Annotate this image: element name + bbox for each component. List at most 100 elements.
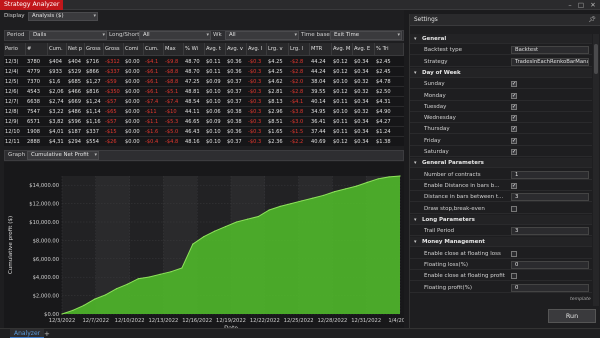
column-header[interactable]: Avg. t — [205, 43, 226, 56]
settings-row[interactable]: Tuesday ✓ — [410, 102, 592, 112]
table-cell: -$0.3 — [248, 129, 262, 135]
settings-checkbox[interactable] — [511, 205, 517, 212]
settings-category[interactable]: ▾ Money Management — [410, 237, 592, 248]
column-header[interactable]: Avg. v — [226, 43, 247, 56]
table-row[interactable]: 12/5(7370 $1,6 $685 $1,27 -$59 $0.00 -$6.1 -$8.… — [4, 77, 404, 87]
maximize-icon[interactable]: □ — [577, 1, 585, 9]
column-header[interactable]: Avg. E — [353, 43, 375, 56]
collapse-arrow-icon[interactable]: ▾ — [414, 158, 417, 168]
settings-input[interactable]: 1 — [511, 170, 589, 179]
settings-row[interactable]: Trail Period 3 — [410, 226, 592, 237]
scroll-thumb[interactable] — [594, 44, 598, 74]
collapse-arrow-icon[interactable]: ▾ — [414, 237, 417, 247]
column-header[interactable]: % Wi — [184, 43, 205, 56]
settings-checkbox[interactable]: ✓ — [511, 182, 517, 189]
settings-row[interactable]: Enable close at floating profit — [410, 271, 592, 282]
collapse-arrow-icon[interactable]: ▾ — [414, 68, 417, 78]
tab-analyzer[interactable]: Analyzer — [10, 329, 45, 338]
table-cell: $0.10 — [206, 129, 221, 135]
table-cell: 7547 — [27, 109, 40, 115]
run-button[interactable]: Run — [548, 309, 596, 323]
table-row[interactable]: 12/4(4779 $933 $529 $866 -$337 $0.00 -$6.1 -$8.… — [4, 67, 404, 77]
settings-checkbox[interactable]: ✓ — [511, 137, 517, 144]
wk-select[interactable]: All ▾ — [225, 31, 299, 40]
settings-checkbox[interactable]: ✓ — [511, 103, 517, 110]
settings-checkbox[interactable]: ✓ — [511, 81, 517, 88]
column-header[interactable]: Comi — [124, 43, 144, 56]
column-header[interactable]: Gross — [104, 43, 124, 56]
long-short-select[interactable]: All ▾ — [139, 31, 211, 40]
settings-row[interactable]: Floating loss(%) 0 — [410, 260, 592, 270]
column-header[interactable]: Max — [164, 43, 184, 56]
settings-row[interactable]: Number of contracts 1 — [410, 170, 592, 180]
graph-select[interactable]: Cumulative Net Profit ▾ — [27, 151, 99, 160]
pin-icon[interactable]: 📌︎ — [588, 14, 596, 26]
column-header[interactable]: % Tri — [375, 43, 404, 56]
settings-checkbox[interactable] — [511, 250, 517, 257]
column-header[interactable]: Avg. M — [332, 43, 353, 56]
period-select[interactable]: Dails ▾ — [29, 31, 107, 40]
table-row[interactable]: 12/11 2888 $4,31 $294 $554 -$26 $0.00 -$0.4 -$4.… — [4, 137, 404, 146]
settings-row[interactable]: Friday ✓ — [410, 136, 592, 146]
settings-checkbox[interactable]: ✓ — [511, 126, 517, 133]
performance-grid[interactable]: Perio # Cum. Net p Gross Gross Comi Cum. Max% Wi… — [4, 43, 404, 146]
settings-checkbox[interactable]: ✓ — [511, 149, 517, 155]
settings-category[interactable]: ▾ Long Parameters — [410, 214, 592, 225]
settings-row[interactable]: Floating profit(%) 0 — [410, 283, 592, 293]
collapse-arrow-icon[interactable]: ▾ — [414, 34, 417, 44]
column-header[interactable]: MTR — [310, 43, 332, 56]
add-tab-button[interactable]: + — [44, 329, 50, 338]
minimize-icon[interactable]: – — [566, 1, 574, 9]
settings-row[interactable]: Thursday ✓ — [410, 124, 592, 135]
close-icon[interactable]: ✕ — [589, 1, 597, 9]
column-header[interactable]: Cum. — [48, 43, 67, 56]
settings-checkbox[interactable]: ✓ — [511, 92, 517, 99]
settings-category[interactable]: ▾ General Parameters — [410, 158, 592, 169]
settings-input[interactable]: 3 — [511, 193, 589, 202]
settings-category[interactable]: ▾ Day of Week — [410, 67, 592, 78]
display-select[interactable]: Analysis ($) ▾ — [28, 12, 98, 21]
settings-input[interactable]: 0 — [511, 283, 589, 292]
table-cell: $2.96 — [268, 109, 283, 115]
settings-row[interactable]: Strategy TradesInEachRenkoBarMana — [410, 57, 592, 67]
settings-row[interactable]: Sunday ✓ — [410, 79, 592, 90]
column-header[interactable]: Perio — [4, 43, 26, 56]
table-row[interactable]: 12/8(7547 $3,22 $486 $1,14 -$65 $0.00 -$11 -$10… — [4, 107, 404, 117]
column-header[interactable]: Net p — [67, 43, 85, 56]
title-bar: Strategy Analyzer – □ ✕ — [0, 0, 600, 10]
column-header[interactable]: Avg. l — [247, 43, 267, 56]
settings-row[interactable]: Wednesday ✓ — [410, 113, 592, 124]
settings-label: Distance in bars between t... — [424, 194, 504, 201]
settings-category[interactable]: ▾ General — [410, 34, 592, 44]
settings-row[interactable]: Monday ✓ — [410, 91, 592, 101]
settings-select[interactable]: Backtest — [511, 46, 589, 55]
settings-row[interactable]: Enable close at floating loss — [410, 249, 592, 259]
template-link[interactable]: template — [570, 297, 591, 302]
table-cell: -$0.3 — [248, 119, 262, 125]
settings-input[interactable]: 3 — [511, 227, 589, 236]
settings-row[interactable]: Enable Distance in bars b... ✓ — [410, 181, 592, 191]
settings-row[interactable]: Saturday ✓ — [410, 147, 592, 157]
table-row[interactable]: 12/7(6638 $2,74 $669 $1,24 -$57 $0.00 -$7.4 -$7… — [4, 97, 404, 107]
settings-row[interactable]: Distance in bars between t... 3 — [410, 192, 592, 203]
column-header[interactable]: Gross — [85, 43, 104, 56]
table-row[interactable]: 12/6(4543 $2,06 $466 $816 -$350 $0.00 -$6.1 -$5… — [4, 87, 404, 97]
data-point — [388, 176, 390, 178]
table-row[interactable]: 12/9(6571 $3,82 $596 $1,16 -$57 $0.00 -$1.1 -$5… — [4, 117, 404, 127]
settings-scrollbar[interactable] — [593, 34, 599, 306]
settings-row[interactable]: Backtest type Backtest — [410, 45, 592, 56]
settings-select[interactable]: TradesInEachRenkoBarMana — [511, 57, 589, 66]
settings-checkbox[interactable] — [511, 273, 517, 280]
column-header[interactable]: Lrg. l — [289, 43, 310, 56]
settings-label: Enable Distance in bars b... — [424, 182, 500, 189]
settings-input[interactable]: 0 — [511, 261, 589, 269]
column-header[interactable]: Lrg. v — [267, 43, 289, 56]
column-header[interactable]: Cum. — [144, 43, 164, 56]
settings-checkbox[interactable]: ✓ — [511, 115, 517, 122]
column-header[interactable]: # — [26, 43, 48, 56]
table-row[interactable]: 12/3(3780 $404 $404 $716 -$312 $0.00 -$4.1 -$9.… — [4, 57, 404, 67]
settings-row[interactable]: Draw stop,break-even — [410, 204, 592, 214]
collapse-arrow-icon[interactable]: ▾ — [414, 215, 417, 225]
time-base-select[interactable]: Exit Time ▾ — [330, 31, 402, 40]
table-row[interactable]: 12/10 1908 $4,01 $187 $337 -$15 $0.00 -$1.6 -$5.… — [4, 127, 404, 137]
